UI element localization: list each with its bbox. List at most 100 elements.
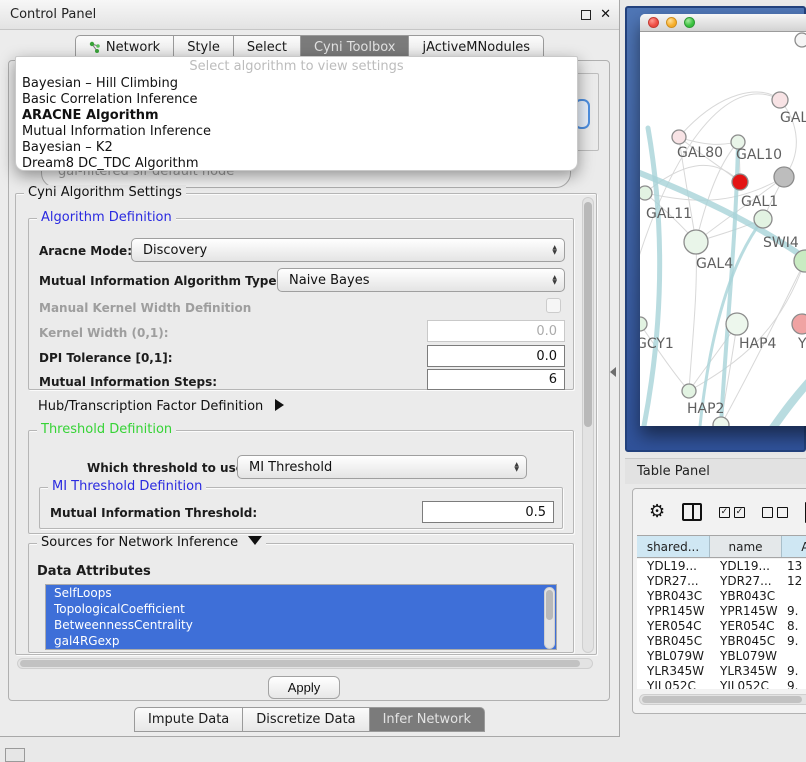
data-attribute-option[interactable]: BetweennessCentrality xyxy=(46,617,556,633)
algorithm-option[interactable]: Dream8 DC_TDC Algorithm xyxy=(16,156,577,171)
network-node-y[interactable] xyxy=(792,314,806,334)
table-row[interactable]: YBR045CYBR045C9. xyxy=(637,634,806,649)
settings-horizontal-scrollbar[interactable] xyxy=(17,658,593,669)
network-window-titlebar[interactable] xyxy=(640,14,806,32)
network-node[interactable] xyxy=(732,174,748,190)
network-node-gal80[interactable] xyxy=(672,130,686,144)
select-all-checkboxes-icon[interactable]: ✓✓ xyxy=(719,507,745,518)
combo-arrows-icon: ▲▼ xyxy=(552,275,557,285)
mi-threshold-label: Mutual Information Threshold: xyxy=(50,506,257,520)
mi-steps-input[interactable]: 6 xyxy=(427,369,565,390)
network-canvas[interactable]: GAL7GAL80GAL10GAL1GAL11SWI4GAL4GCY1HAP4Y… xyxy=(640,32,806,426)
network-edge xyxy=(770,374,806,426)
deselect-all-checkboxes-icon[interactable] xyxy=(762,507,788,518)
zoom-traffic-light[interactable] xyxy=(684,17,695,28)
table-panel-titlebar: Table Panel xyxy=(625,458,806,484)
tab-label: jActiveMNodules xyxy=(422,40,530,55)
group-title: Threshold Definition xyxy=(37,422,176,437)
table-row[interactable]: YLR345WYLR345W9. xyxy=(637,664,806,679)
algorithm-option[interactable]: ARACNE Algorithm xyxy=(16,108,577,124)
table-horizontal-scrollbar[interactable] xyxy=(639,694,806,705)
node-label: GAL10 xyxy=(736,147,782,163)
data-attribute-option[interactable]: gal4RGexp xyxy=(46,633,556,649)
tab-discretize-data[interactable]: Discretize Data xyxy=(243,707,369,732)
table-row[interactable]: YDL19...YDL19...13 xyxy=(637,559,806,574)
node-label: GAL11 xyxy=(646,206,692,222)
algorithm-dropdown: Select algorithm to view settings Bayesi… xyxy=(15,56,578,171)
network-node[interactable] xyxy=(795,33,806,47)
mi-algorithm-type-combo[interactable]: Naive Bayes ▲▼ xyxy=(277,268,565,292)
tab-infer-network[interactable]: Infer Network xyxy=(370,707,485,732)
float-window-icon[interactable] xyxy=(581,10,591,20)
table-row[interactable]: YBL079WYBL079W xyxy=(637,649,806,664)
dock-panel-icon[interactable] xyxy=(5,748,25,762)
combo-value: Discovery xyxy=(143,243,207,258)
node-label: SWI4 xyxy=(763,235,799,251)
table-cell: YDR27... xyxy=(710,574,782,589)
algorithm-option[interactable]: Basic Correlation Inference xyxy=(16,92,577,108)
network-node-gal7[interactable] xyxy=(772,92,788,108)
table-cell: YBR043C xyxy=(637,589,710,604)
table-panel-title: Table Panel xyxy=(625,464,710,479)
network-edge xyxy=(640,324,689,391)
settings-vertical-scrollbar[interactable] xyxy=(582,197,594,653)
algorithm-option[interactable]: Bayesian – K2 xyxy=(16,140,577,156)
node-label: GCY1 xyxy=(640,336,674,352)
data-attribute-option[interactable]: TopologicalCoefficient xyxy=(46,601,556,617)
panel-divider-grip[interactable] xyxy=(610,367,616,377)
scrollbar-thumb[interactable] xyxy=(546,590,553,620)
column-header-a[interactable]: A... xyxy=(782,536,806,557)
apply-button[interactable]: Apply xyxy=(268,676,340,699)
expand-arrow-icon[interactable] xyxy=(275,399,284,411)
group-title: Algorithm Definition xyxy=(37,210,176,225)
table-row[interactable]: YIL052CYIL052C9. xyxy=(637,679,806,689)
network-node[interactable] xyxy=(774,167,794,187)
network-node-gal4[interactable] xyxy=(684,230,708,254)
network-node-hap4[interactable] xyxy=(726,313,748,335)
threshold-definition-group: Threshold Definition Which threshold to … xyxy=(28,430,574,534)
network-node-gal1[interactable] xyxy=(754,210,772,228)
table-cell: YDR27... xyxy=(637,574,710,589)
network-node-gal11[interactable] xyxy=(640,186,652,200)
table-row[interactable]: YBR043CYBR043C xyxy=(637,589,806,604)
network-node-gcy1[interactable] xyxy=(640,317,647,331)
dpi-tolerance-input[interactable]: 0.0 xyxy=(427,345,565,367)
table-cell: YBL079W xyxy=(637,649,710,664)
algorithm-option[interactable]: Mutual Information Inference xyxy=(16,124,577,140)
minimize-traffic-light[interactable] xyxy=(666,17,677,28)
which-threshold-label: Which threshold to use: xyxy=(87,461,249,475)
network-node-hap2[interactable] xyxy=(682,384,696,398)
column-header-shared[interactable]: shared... xyxy=(637,536,710,557)
scrollbar-thumb[interactable] xyxy=(584,202,592,427)
scrollbar-thumb[interactable] xyxy=(20,660,580,667)
aracne-mode-combo[interactable]: Discovery ▲▼ xyxy=(131,238,565,262)
table-cell: YER054C xyxy=(710,619,782,634)
manual-kernel-width-label: Manual Kernel Width Definition xyxy=(39,301,251,315)
kernel-width-input[interactable]: 0.0 xyxy=(427,320,565,342)
table-row[interactable]: YDR27...YDR27...12 xyxy=(637,574,806,589)
attributes-scrollbar[interactable] xyxy=(544,587,555,649)
mi-steps-label: Mutual Information Steps: xyxy=(39,375,217,389)
columns-icon[interactable] xyxy=(682,503,702,521)
table-row[interactable]: YER054CYER054C8. xyxy=(637,619,806,634)
table-row[interactable]: YPR145WYPR145W9. xyxy=(637,604,806,619)
tab-impute-data[interactable]: Impute Data xyxy=(134,707,243,732)
network-edge xyxy=(689,324,737,391)
scrollbar-thumb[interactable] xyxy=(642,696,802,703)
mi-threshold-input[interactable]: 0.5 xyxy=(422,501,554,523)
close-icon[interactable]: ✕ xyxy=(600,7,611,22)
data-attribute-option[interactable]: SelfLoops xyxy=(46,585,556,601)
column-header-name[interactable]: name xyxy=(710,536,782,557)
which-threshold-combo[interactable]: MI Threshold ▲▼ xyxy=(237,455,527,479)
gear-icon[interactable]: ⚙ xyxy=(649,503,665,521)
network-node[interactable] xyxy=(713,417,729,426)
table-cell: YDL19... xyxy=(710,559,782,574)
collapse-arrow-icon[interactable] xyxy=(248,536,262,545)
data-attributes-list[interactable]: SelfLoopsTopologicalCoefficientBetweenne… xyxy=(45,584,557,650)
algorithm-option[interactable]: Bayesian – Hill Climbing xyxy=(16,76,577,92)
manual-kernel-width-checkbox[interactable] xyxy=(546,298,561,313)
close-traffic-light[interactable] xyxy=(648,17,659,28)
hub-definition-toggle[interactable]: Hub/Transcription Factor Definition xyxy=(38,399,284,414)
table-cell: YIL052C xyxy=(637,679,710,689)
network-edge xyxy=(679,137,738,144)
